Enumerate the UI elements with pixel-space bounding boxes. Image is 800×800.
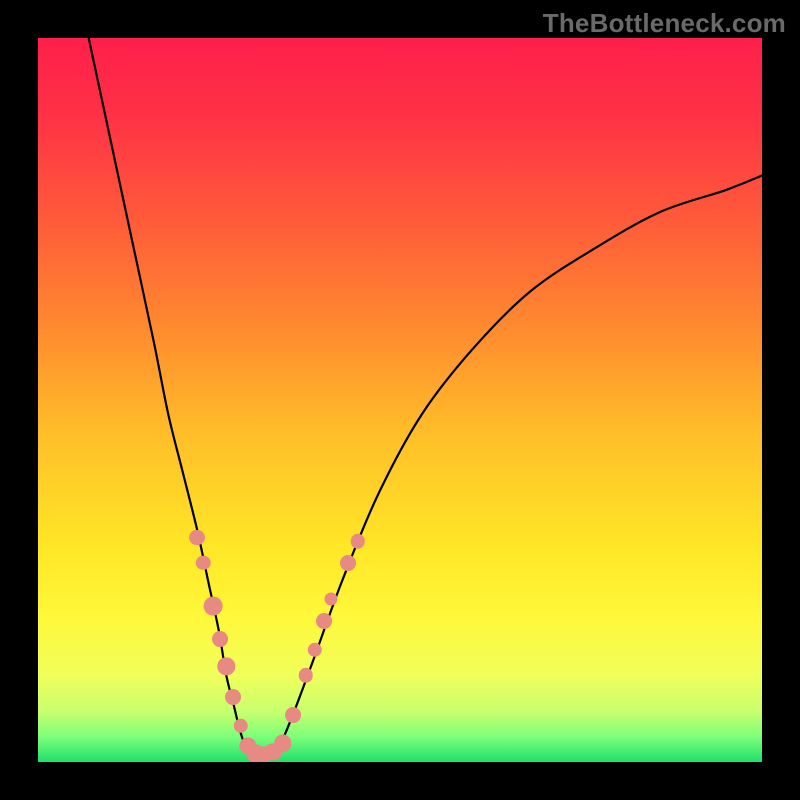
scatter-point xyxy=(218,658,235,675)
scatter-point xyxy=(274,734,291,751)
chart-container: TheBottleneck.com xyxy=(0,0,800,800)
scatter-point xyxy=(212,631,228,647)
watermark-text: TheBottleneck.com xyxy=(543,8,786,39)
scatter-points-layer xyxy=(38,38,762,762)
scatter-point xyxy=(351,534,365,548)
scatter-point xyxy=(299,668,313,682)
scatter-point xyxy=(325,593,338,606)
scatter-point xyxy=(316,613,332,629)
scatter-point xyxy=(226,689,242,705)
scatter-point xyxy=(204,597,223,616)
scatter-point xyxy=(307,643,321,657)
plot-area xyxy=(38,38,762,762)
scatter-point xyxy=(196,556,210,570)
scatter-point xyxy=(189,530,205,546)
scatter-point xyxy=(340,555,356,571)
scatter-point xyxy=(285,707,301,723)
scatter-point xyxy=(233,719,247,733)
